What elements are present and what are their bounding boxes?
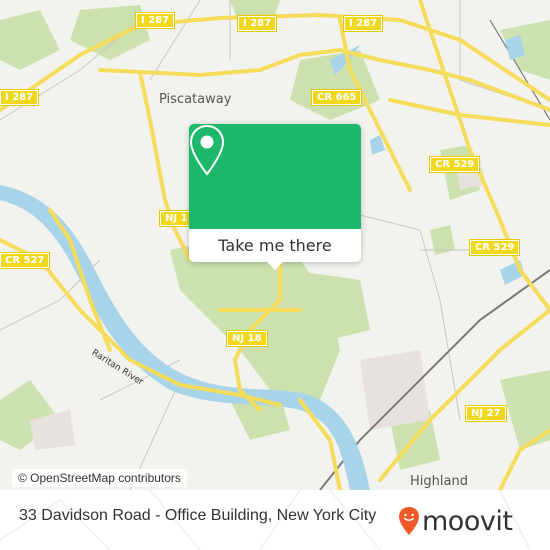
- park-area: [0, 10, 60, 70]
- road-shield-cr529: CR 529: [468, 239, 521, 256]
- osm-attribution[interactable]: © OpenStreetMap contributors: [12, 469, 187, 487]
- place-label-highland: Highland: [410, 474, 468, 489]
- road-shield-nj1: NJ 1: [159, 210, 194, 227]
- popup-header: [189, 124, 361, 229]
- road-shield-i287: I 287: [342, 15, 384, 32]
- road-shield-cr529: CR 529: [428, 156, 481, 173]
- location-popup: Take me there: [189, 124, 361, 270]
- road-shield-nj18: NJ 18: [226, 330, 268, 347]
- park-area: [500, 370, 550, 450]
- road-shield-i287: I 287: [0, 89, 40, 106]
- road-shield-i287: I 287: [236, 15, 278, 32]
- moovit-wordmark: moovit: [422, 505, 513, 537]
- location-title: 33 Davidson Road - Office Building, New …: [19, 507, 377, 524]
- map-pin-icon: [189, 124, 225, 176]
- footer: 33 Davidson Road - Office Building, New …: [0, 490, 550, 550]
- road-shield-cr665: CR 665: [310, 89, 363, 106]
- place-label-piscataway: Piscataway: [159, 92, 232, 107]
- road-shield-nj27: NJ 27: [465, 405, 507, 422]
- popup-tail: [267, 262, 283, 270]
- take-me-there-button[interactable]: Take me there: [189, 229, 361, 262]
- road-shield-i287: I 287: [134, 12, 176, 29]
- moovit-logo[interactable]: moovit: [398, 505, 513, 537]
- map[interactable]: I 287 I 287 I 287 I 287 CR 665 CR 529 CR…: [0, 0, 550, 490]
- road-shield-cr527: CR 527: [0, 252, 51, 269]
- moovit-smiley-pin-icon: [399, 507, 419, 535]
